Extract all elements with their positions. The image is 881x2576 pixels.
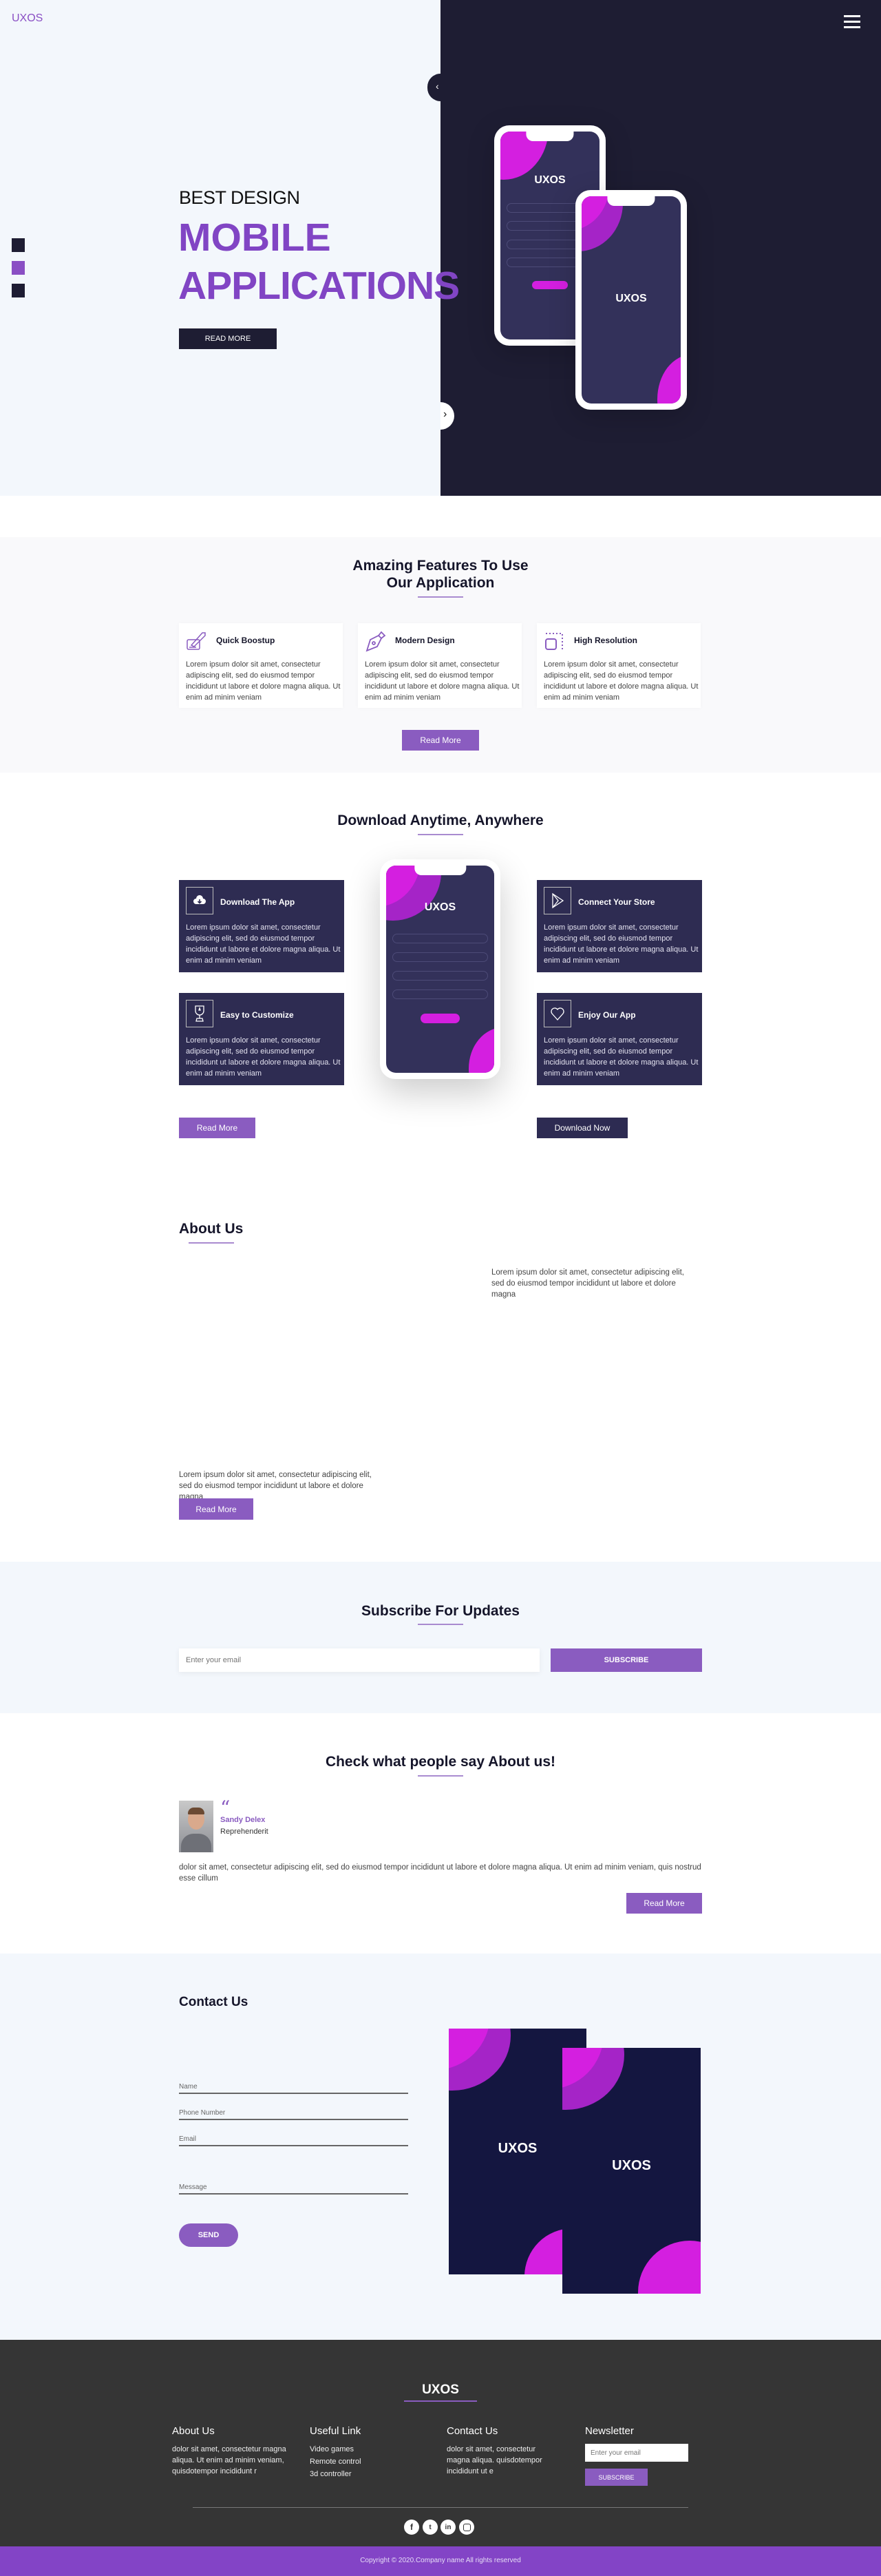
footer-logo: UXOS — [422, 2383, 459, 2397]
card-text: Lorem ipsum dolor sit amet, consectetur … — [544, 923, 699, 965]
about-text-right: Lorem ipsum dolor sit amet, consectetur … — [491, 1268, 684, 1299]
copyright-text: Copyright © 2020.Company name All rights… — [360, 2557, 521, 2564]
phone-logo: UXOS — [615, 293, 647, 304]
card-title: Enjoy Our App — [578, 1010, 636, 1020]
footer-divider — [193, 2507, 688, 2508]
footer — [0, 2340, 881, 2546]
feature-title: Quick Boostup — [216, 636, 275, 645]
testimonial-read-more-button[interactable]: Read More — [626, 1893, 702, 1914]
feature-text: Lorem ipsum dolor sit amet, consectetur … — [544, 660, 699, 702]
feature-text: Lorem ipsum dolor sit amet, consectetur … — [186, 660, 341, 702]
slide-indicator-1[interactable] — [12, 238, 25, 252]
download-card: Connect Your Store Lorem ipsum dolor sit… — [537, 880, 702, 972]
trophy-icon — [186, 1000, 213, 1027]
feature-title: Modern Design — [395, 636, 455, 645]
divider — [418, 596, 463, 598]
feature-title: High Resolution — [574, 636, 637, 645]
hero-title-line2: APPLICATIONS — [178, 264, 460, 308]
testimonial-title: Check what people say About us! — [325, 1754, 556, 1770]
feature-text: Lorem ipsum dolor sit amet, consectetur … — [365, 660, 520, 702]
download-title: Download Anytime, Anywhere — [337, 813, 544, 828]
card-title: Connect Your Store — [578, 897, 655, 907]
footer-subscribe-button[interactable]: SUBSCRIBE — [585, 2469, 648, 2486]
subscribe-email-input[interactable] — [179, 1648, 540, 1672]
features-read-more-button[interactable]: Read More — [402, 730, 479, 751]
features-title-line1: Amazing Features To Use — [352, 558, 529, 574]
download-read-more-button[interactable]: Read More — [179, 1118, 255, 1138]
footer-links-title: Useful Link — [310, 2425, 361, 2437]
subscribe-button[interactable]: SUBSCRIBE — [551, 1648, 702, 1672]
poster-logo: UXOS — [612, 2158, 651, 2173]
download-card: Enjoy Our App Lorem ipsum dolor sit amet… — [537, 993, 702, 1085]
phone-logo: UXOS — [424, 901, 456, 913]
divider — [418, 1775, 463, 1777]
phone-logo: UXOS — [534, 174, 566, 186]
contact-title: Contact Us — [179, 1995, 248, 2009]
feature-card: High Resolution Lorem ipsum dolor sit am… — [537, 623, 701, 708]
slide-indicator-2[interactable] — [12, 261, 25, 275]
avatar — [179, 1801, 213, 1852]
logo[interactable]: UXOS — [12, 12, 43, 25]
footer-link-3d-controller[interactable]: 3d controller — [310, 2469, 352, 2480]
heart-icon — [544, 1000, 571, 1027]
quote-icon: “ — [220, 1797, 231, 1819]
play-icon — [544, 887, 571, 914]
footer-contact-text: dolor sit amet, consectetur magna aliqua… — [447, 2445, 542, 2475]
pen-nib-icon — [365, 631, 386, 652]
card-text: Lorem ipsum dolor sit amet, consectetur … — [186, 1036, 341, 1078]
rocket-icon — [187, 632, 206, 650]
divider — [418, 834, 463, 835]
hero-phone-mockup-2: UXOS — [575, 190, 687, 410]
feature-card: Quick Boostup Lorem ipsum dolor sit amet… — [179, 623, 343, 708]
about-text-left: Lorem ipsum dolor sit amet, consectetur … — [179, 1471, 372, 1501]
about-read-more-button[interactable]: Read More — [179, 1498, 253, 1520]
subscribe-title: Subscribe For Updates — [361, 1603, 520, 1619]
twitter-icon[interactable]: t — [423, 2520, 438, 2535]
instagram-icon[interactable] — [459, 2520, 474, 2535]
testimonial-quote: dolor sit amet, consectetur adipiscing e… — [179, 1863, 701, 1883]
features-title-line2: Our Application — [386, 575, 495, 591]
download-now-button[interactable]: Download Now — [537, 1118, 628, 1138]
linkedin-icon[interactable]: in — [440, 2520, 456, 2535]
divider — [418, 1624, 463, 1625]
footer-about-title: About Us — [172, 2425, 215, 2437]
card-text: Lorem ipsum dolor sit amet, consectetur … — [544, 1036, 699, 1078]
email-field[interactable]: Email — [179, 2135, 408, 2146]
download-phone-mockup: UXOS — [380, 859, 500, 1079]
name-field[interactable]: Name — [179, 2083, 408, 2094]
divider — [404, 2400, 477, 2402]
send-button[interactable]: SEND — [179, 2223, 238, 2247]
contact-section — [0, 1954, 881, 2340]
download-card: Easy to Customize Lorem ipsum dolor sit … — [179, 993, 344, 1085]
testimonial-name: Sandy Delex — [220, 1816, 266, 1824]
testimonial-role: Reprehenderit — [220, 1828, 268, 1836]
phone-field[interactable]: Phone Number — [179, 2109, 408, 2120]
card-title: Easy to Customize — [220, 1010, 294, 1020]
download-card: Download The App Lorem ipsum dolor sit a… — [179, 880, 344, 972]
footer-contact-title: Contact Us — [447, 2425, 498, 2437]
cloud-download-icon — [186, 887, 213, 914]
app-poster-2: UXOS — [562, 2048, 701, 2294]
subscribe-section — [0, 1562, 881, 1713]
message-field[interactable]: Message — [179, 2184, 408, 2195]
hero-subtitle: BEST DESIGN — [179, 187, 300, 208]
card-text: Lorem ipsum dolor sit amet, consectetur … — [186, 923, 341, 965]
footer-link-video-games[interactable]: Video games — [310, 2444, 354, 2455]
poster-logo: UXOS — [498, 2141, 538, 2156]
slide-indicator-3[interactable] — [12, 284, 25, 297]
feature-card: Modern Design Lorem ipsum dolor sit amet… — [358, 623, 522, 708]
about-title: About Us — [179, 1221, 244, 1237]
hero-read-more-button[interactable]: READ MORE — [179, 328, 277, 349]
card-title: Download The App — [220, 897, 295, 907]
footer-about-text: dolor sit amet, consectetur magna aliqua… — [172, 2445, 286, 2475]
hamburger-icon[interactable] — [844, 15, 860, 29]
footer-newsletter-title: Newsletter — [585, 2425, 634, 2437]
divider — [189, 1242, 234, 1244]
facebook-icon[interactable]: f — [404, 2520, 419, 2535]
resolution-icon — [545, 633, 563, 651]
hero-title-line1: MOBILE — [178, 216, 331, 260]
footer-email-input[interactable] — [585, 2444, 688, 2462]
footer-link-remote-control[interactable]: Remote control — [310, 2456, 361, 2467]
